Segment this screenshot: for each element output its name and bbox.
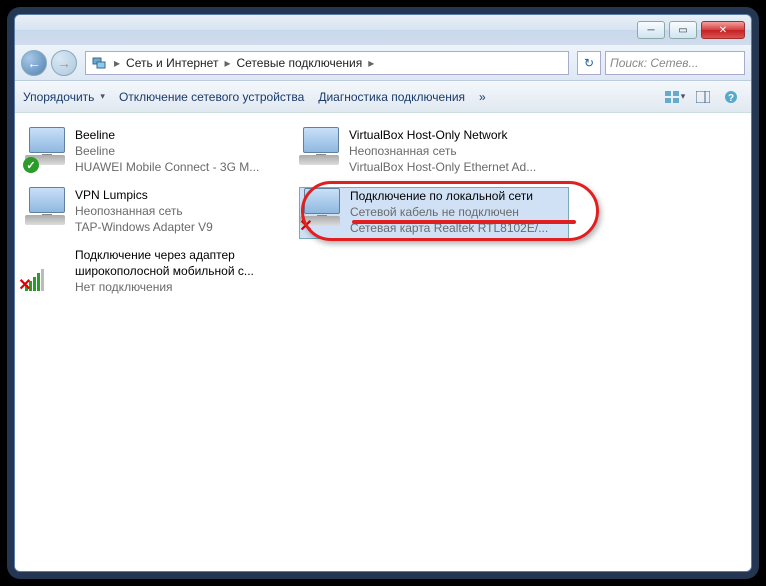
connection-status: Неопознанная сеть xyxy=(75,203,295,219)
breadcrumb-seg-1[interactable]: Сеть и Интернет xyxy=(122,56,222,70)
network-adapter-icon xyxy=(299,127,343,171)
network-adapter-icon: ✕ xyxy=(25,247,69,291)
help-button[interactable]: ? xyxy=(719,87,743,107)
network-adapter-icon xyxy=(25,187,69,231)
chevron-right-icon: ▸ xyxy=(112,56,122,70)
preview-pane-button[interactable] xyxy=(691,87,715,107)
connection-name: VirtualBox Host-Only Network xyxy=(349,127,569,143)
navbar: ← → ▸ Сеть и Интернет ▸ Сетевые подключе… xyxy=(15,45,751,81)
connection-broadband-mobile[interactable]: ✕ Подключение через адаптер широкополосн… xyxy=(25,247,295,299)
connection-beeline[interactable]: ✓ Beeline Beeline HUAWEI Mobile Connect … xyxy=(25,127,295,179)
more-button[interactable]: » xyxy=(479,90,486,104)
network-adapter-icon: ✓ xyxy=(25,127,69,171)
connection-vpn-lumpics[interactable]: VPN Lumpics Неопознанная сеть TAP-Window… xyxy=(25,187,295,239)
close-button[interactable]: ✕ xyxy=(701,21,745,39)
svg-text:?: ? xyxy=(728,93,734,104)
breadcrumb[interactable]: ▸ Сеть и Интернет ▸ Сетевые подключения … xyxy=(85,51,569,75)
chevron-right-icon: ▸ xyxy=(222,56,232,70)
connection-name: Подключение по локальной сети xyxy=(350,188,568,204)
connection-name: VPN Lumpics xyxy=(75,187,295,203)
search-placeholder: Поиск: Сетев... xyxy=(610,56,699,70)
maximize-button[interactable]: ▭ xyxy=(669,21,697,39)
connection-device: HUAWEI Mobile Connect - 3G M... xyxy=(75,159,295,175)
connection-status: Неопознанная сеть xyxy=(349,143,569,159)
status-ok-icon: ✓ xyxy=(23,157,39,173)
forward-button[interactable]: → xyxy=(51,50,77,76)
connection-status: Beeline xyxy=(75,143,295,159)
diagnose-button[interactable]: Диагностика подключения xyxy=(318,90,465,104)
view-mode-button[interactable] xyxy=(663,87,687,107)
view-buttons: ? xyxy=(663,87,743,107)
disable-device-button[interactable]: Отключение сетевого устройства xyxy=(119,90,304,104)
connection-device: Сетевая карта Realtek RTL8102E/... xyxy=(350,220,568,236)
connection-device: TAP-Windows Adapter V9 xyxy=(75,219,295,235)
connection-status: Нет подключения xyxy=(75,279,295,295)
titlebar: ─ ▭ ✕ xyxy=(15,15,751,45)
content-area: ✓ Beeline Beeline HUAWEI Mobile Connect … xyxy=(15,113,751,571)
explorer-window: ─ ▭ ✕ ← → ▸ Сеть и Интернет ▸ Сетевые по… xyxy=(14,14,752,572)
status-error-icon: ✕ xyxy=(17,277,33,293)
toolbar: Упорядочить Отключение сетевого устройст… xyxy=(15,81,751,113)
connection-name: Подключение через адаптер широкополосной… xyxy=(75,247,295,279)
connection-virtualbox[interactable]: VirtualBox Host-Only Network Неопознанна… xyxy=(299,127,569,179)
breadcrumb-seg-2[interactable]: Сетевые подключения xyxy=(232,56,366,70)
network-icon xyxy=(90,54,108,72)
connection-device: VirtualBox Host-Only Ethernet Ad... xyxy=(349,159,569,175)
back-button[interactable]: ← xyxy=(21,50,47,76)
refresh-button[interactable]: ↻ xyxy=(577,51,601,75)
connection-local-area[interactable]: ✕ Подключение по локальной сети Сетевой … xyxy=(299,187,569,239)
chevron-right-icon: ▸ xyxy=(366,56,376,70)
organize-button[interactable]: Упорядочить xyxy=(23,90,105,104)
minimize-button[interactable]: ─ xyxy=(637,21,665,39)
search-input[interactable]: Поиск: Сетев... xyxy=(605,51,745,75)
status-error-icon: ✕ xyxy=(298,218,314,234)
network-adapter-icon: ✕ xyxy=(300,188,344,232)
connection-status: Сетевой кабель не подключен xyxy=(350,204,568,220)
connection-name: Beeline xyxy=(75,127,295,143)
